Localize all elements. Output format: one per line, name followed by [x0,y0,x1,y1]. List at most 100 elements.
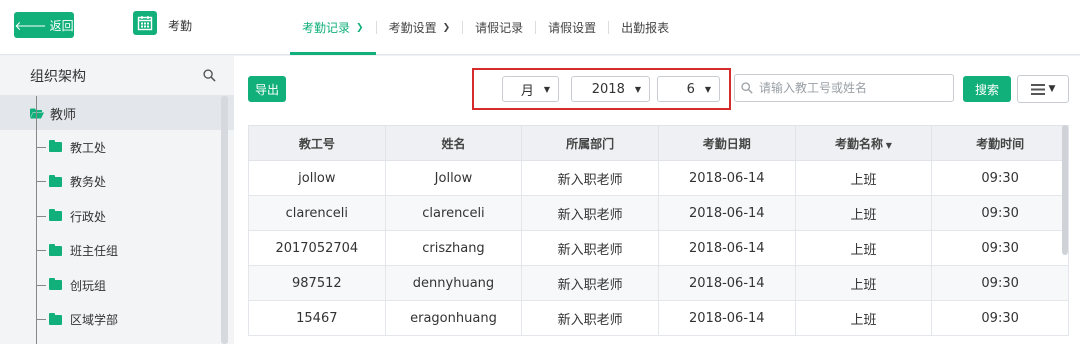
tab-leave-settings[interactable]: 请假设置 [536,0,608,55]
main-nav: 考勤记录 ❯ 考勤设置 ❯ 请假记录 请假设置 出勤报表 [290,0,681,55]
cell-staff-id: clarenceli [248,195,386,231]
app-title: 考勤 [168,19,193,33]
cell-department: 新入职老师 [521,265,659,301]
table-header-row: 教工号 姓名 所属部门 考勤日期 考勤名称 ▼ 考勤时间 [248,125,1069,161]
cell-department: 新入职老师 [521,195,659,231]
chevron-down-icon: ❯ [356,22,364,33]
col-header-attendance-name[interactable]: 考勤名称 ▼ [794,125,933,161]
sidebar-header: 组织架构 [0,56,234,96]
top-bar: 🡐 返回 考勤 考勤记录 ❯ 考勤设置 ❯ 请假记录 请假设置 出勤报表 [0,0,1080,55]
sidebar-title: 组织架构 [30,68,86,85]
tree-branch-line [36,250,46,252]
folder-icon [49,140,62,153]
tab-label: 出勤报表 [621,21,670,35]
col-header-staff-id[interactable]: 教工号 [248,125,386,161]
col-header-time[interactable]: 考勤时间 [931,125,1069,161]
sort-caret-icon: ▼ [882,140,892,150]
cell-name: Jollow [384,160,523,196]
select-value: 2018 [591,81,625,97]
cell-department: 新入职老师 [521,230,659,266]
chevron-down-icon: ❯ [442,22,451,33]
tree-item-label: 区域学部 [70,313,119,328]
search-field[interactable] [734,74,954,102]
caret-down-icon: ▼ [704,84,711,94]
tree-item-label: 教工处 [70,140,107,155]
cell-staff-id: 15467 [248,300,386,336]
cell-department: 新入职老师 [521,300,659,336]
main-panel: 导出 月 ▼ 2018 ▼ 6 ▼ 搜索 ▼ 教工号 姓名 [234,56,1080,344]
folder-icon [49,243,62,256]
cell-attendance-name: 上班 [794,300,933,336]
cell-time: 09:30 [931,265,1069,301]
folder-icon [49,174,62,187]
cell-time: 09:30 [931,230,1069,266]
sidebar-scrollbar[interactable] [221,96,228,344]
folder-icon [49,312,62,325]
col-header-date[interactable]: 考勤日期 [657,125,796,161]
tree-branch-line [36,146,46,148]
tree-branch-line [36,215,46,217]
table-row[interactable]: clarenceli clarenceli 新入职老师 2018-06-14 上… [248,195,1069,231]
period-select[interactable]: 月 ▼ [502,76,559,102]
year-select[interactable]: 2018 ▼ [571,76,650,102]
cell-name: clarenceli [384,195,523,231]
table-row[interactable]: 2017052704 criszhang 新入职老师 2018-06-14 上班… [248,230,1069,266]
cell-date: 2018-06-14 [657,265,796,301]
cell-date: 2018-06-14 [657,230,796,266]
tree-branch-line [36,181,46,183]
arrow-left-icon: 🡐 [14,18,47,33]
cell-time: 09:30 [931,160,1069,196]
search-icon [741,82,753,94]
cell-date: 2018-06-14 [657,300,796,336]
cell-department: 新入职老师 [521,160,659,196]
tree-item-label: 教务处 [70,175,107,190]
cell-time: 09:30 [931,300,1069,336]
table-scrollbar[interactable] [1062,125,1068,255]
tab-attendance-settings[interactable]: 考勤设置 ❯ [377,0,463,55]
cell-attendance-name: 上班 [794,265,933,301]
back-button[interactable]: 🡐 返回 [14,12,74,38]
tab-label: 考勤设置 [388,21,437,35]
header-label: 考勤名称 [834,136,883,151]
cell-staff-id: 2017052704 [248,230,386,266]
export-button[interactable]: 导出 [248,76,286,102]
search-button[interactable]: 搜索 [963,76,1011,102]
folder-icon [49,209,62,222]
month-select[interactable]: 6 ▼ [657,76,720,102]
calendar-icon [133,11,157,35]
tab-label: 考勤记录 [302,21,351,35]
back-label: 返回 [49,18,74,33]
cell-date: 2018-06-14 [657,195,796,231]
tree-item-label: 班主任组 [70,244,119,259]
cell-attendance-name: 上班 [794,160,933,196]
cell-time: 09:30 [931,195,1069,231]
folder-icon [49,278,62,291]
table-row[interactable]: jollow Jollow 新入职老师 2018-06-14 上班 09:30 [248,160,1069,196]
cell-date: 2018-06-14 [657,160,796,196]
caret-down-icon: ▼ [634,84,641,94]
col-header-department[interactable]: 所属部门 [521,125,659,161]
tab-attendance-report[interactable]: 出勤报表 [609,0,681,55]
table-row[interactable]: 987512 dennyhuang 新入职老师 2018-06-14 上班 09… [248,265,1069,301]
tab-label: 请假设置 [548,21,597,35]
search-icon[interactable] [203,69,216,82]
col-header-name[interactable]: 姓名 [384,125,523,161]
tree-branch-line [36,319,46,321]
cell-staff-id: 987512 [248,265,386,301]
cell-name: eragonhuang [384,300,523,336]
tab-leave-records[interactable]: 请假记录 [463,0,535,55]
cell-staff-id: jollow [248,160,386,196]
tab-attendance-records[interactable]: 考勤记录 ❯ [290,0,376,55]
search-input[interactable] [759,81,949,95]
tree-item-label: 创玩组 [70,278,107,293]
cell-name: criszhang [384,230,523,266]
attendance-table: 教工号 姓名 所属部门 考勤日期 考勤名称 ▼ 考勤时间 jollow Joll… [248,125,1069,336]
caret-down-icon: ▼ [1048,84,1056,94]
tree-root-label: 教师 [50,107,77,123]
select-value: 月 [520,83,534,99]
tab-label: 请假记录 [475,21,524,35]
column-toggle-button[interactable]: ▼ [1017,75,1069,103]
folder-open-icon [30,108,44,118]
cell-attendance-name: 上班 [794,195,933,231]
table-row[interactable]: 15467 eragonhuang 新入职老师 2018-06-14 上班 09… [248,300,1069,336]
